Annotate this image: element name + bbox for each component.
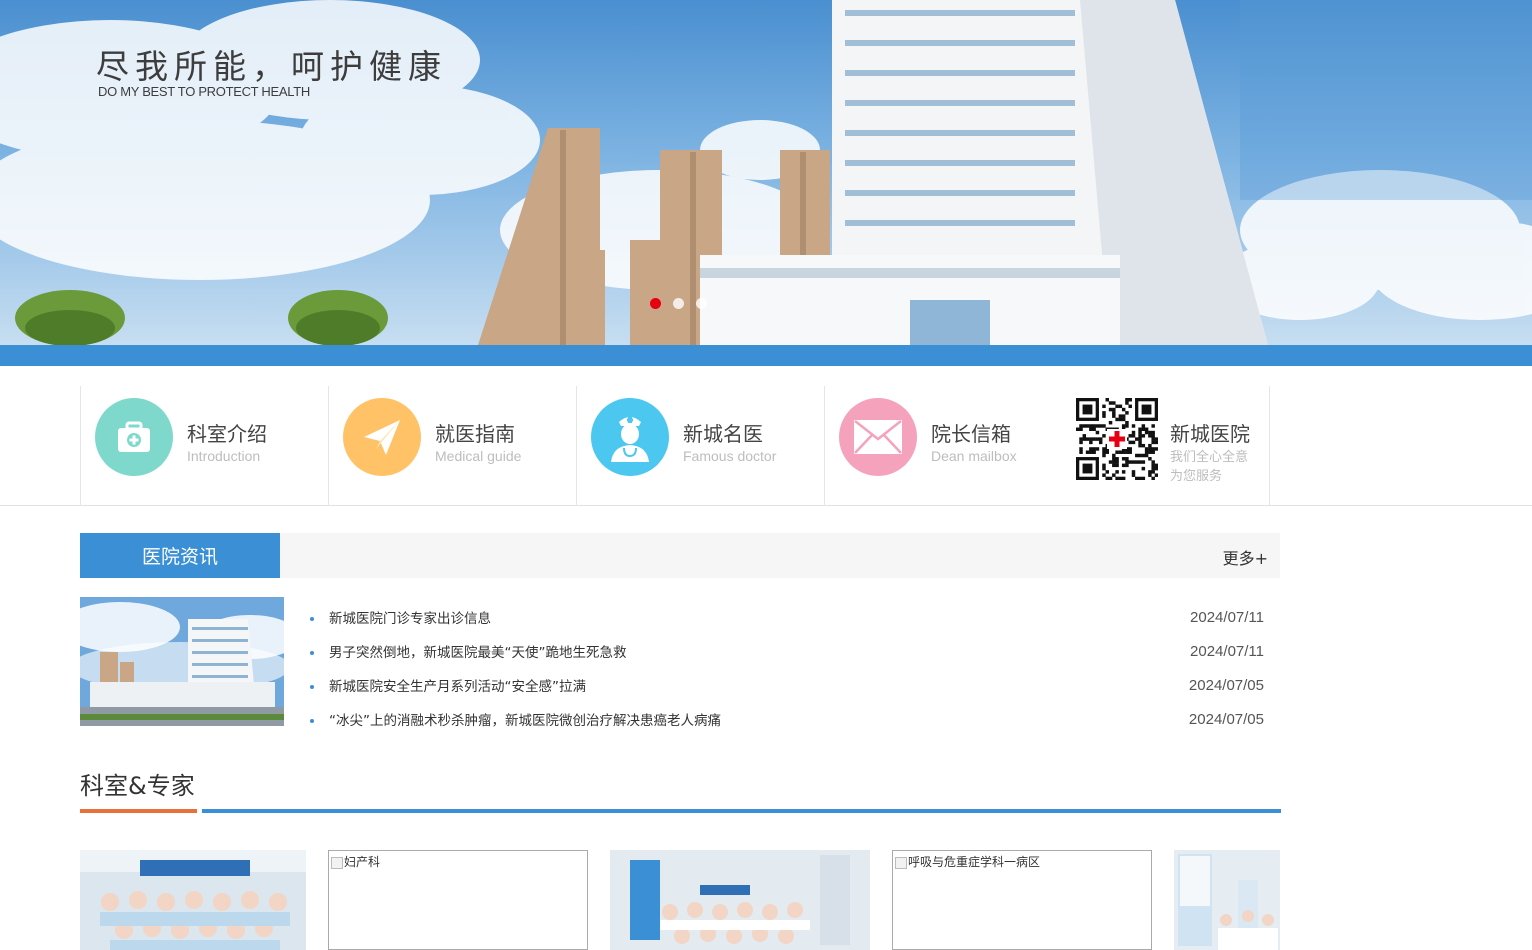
banner-slogan-english: DO MY BEST TO PROTECT HEALTH xyxy=(98,84,310,99)
quick-link-subtitle: Medical guide xyxy=(435,448,522,464)
news-item[interactable]: “冰尖”上的消融术秒杀肿瘤，新城医院微创治疗解决患癌老人病痛 2024/07/05 xyxy=(310,702,1264,736)
quick-links: 科室介绍 Introduction 就医指南 Medical guide 新城名… xyxy=(80,386,1274,506)
quick-link-famous-doctor[interactable]: 新城名医 Famous doctor xyxy=(576,386,824,506)
departments-title: 科室&专家 xyxy=(80,772,195,800)
medical-kit-icon xyxy=(95,398,173,476)
quick-link-subtitle: Introduction xyxy=(187,448,261,464)
departments-divider xyxy=(202,809,1281,813)
envelope-icon xyxy=(839,398,917,476)
quick-link-medical-guide[interactable]: 就医指南 Medical guide xyxy=(328,386,576,506)
news-item-date: 2024/07/11 xyxy=(1190,642,1264,660)
news-thumbnail[interactable] xyxy=(80,597,284,726)
news-item-date: 2024/07/11 xyxy=(1190,608,1264,626)
news-header: 医院资讯 更多+ xyxy=(80,533,1280,578)
department-image-alt: 呼吸与危重症学科一病区 xyxy=(908,855,1041,869)
banner-divider xyxy=(0,345,1532,366)
hero-banner: 尽我所能，呵护健康 DO MY BEST TO PROTECT HEALTH xyxy=(0,0,1532,345)
carousel-dot-3[interactable] xyxy=(696,298,707,309)
news-item[interactable]: 新城医院安全生产月系列活动“安全感”拉满 2024/07/05 xyxy=(310,668,1264,702)
carousel-dot-2[interactable] xyxy=(673,298,684,309)
quick-link-subtitle: Dean mailbox xyxy=(931,448,1017,464)
department-image-alt: 妇产科 xyxy=(344,855,381,869)
news-item[interactable]: 新城医院门诊专家出诊信息 2024/07/11 xyxy=(310,600,1264,634)
news-item-title[interactable]: 新城医院门诊专家出诊信息 xyxy=(310,607,491,627)
quick-link-title: 就医指南 xyxy=(435,422,515,446)
news-item[interactable]: 男子突然倒地，新城医院最美“天使”跪地生死急救 2024/07/11 xyxy=(310,634,1264,668)
news-more-link[interactable]: 更多+ xyxy=(1223,545,1268,569)
quick-link-title: 院长信箱 xyxy=(931,422,1011,446)
paper-plane-icon xyxy=(343,398,421,476)
quick-link-title: 新城医院 xyxy=(1170,422,1250,446)
department-card-respiratory-broken-image[interactable]: 呼吸与危重症学科一病区 xyxy=(892,850,1152,950)
broken-image-icon xyxy=(895,856,907,869)
department-card-pediatrics[interactable] xyxy=(80,850,306,950)
news-list: 新城医院门诊专家出诊信息 2024/07/11 男子突然倒地，新城医院最美“天使”… xyxy=(310,600,1264,736)
department-card-ophthalmology[interactable] xyxy=(610,850,870,950)
carousel-dot-1[interactable] xyxy=(650,298,661,309)
banner-slogan: 尽我所能，呵护健康 xyxy=(96,47,447,86)
broken-image-icon xyxy=(331,856,343,869)
department-card-5[interactable] xyxy=(1174,850,1280,950)
department-card-obstetrics-broken-image[interactable]: 妇产科 xyxy=(328,850,588,950)
news-item-title[interactable]: “冰尖”上的消融术秒杀肿瘤，新城医院微创治疗解决患癌老人病痛 xyxy=(310,709,721,729)
quick-link-title: 新城名医 xyxy=(683,422,763,446)
qr-code-icon xyxy=(1076,398,1159,481)
quick-link-title: 科室介绍 xyxy=(187,422,267,446)
news-item-title[interactable]: 男子突然倒地，新城医院最美“天使”跪地生死急救 xyxy=(310,641,627,661)
news-item-date: 2024/07/05 xyxy=(1188,676,1264,694)
quick-link-subtitle: 我们全心全意为您服务 xyxy=(1170,450,1249,484)
news-tab[interactable]: 医院资讯 xyxy=(80,533,280,578)
doctor-icon xyxy=(591,398,669,476)
quick-link-dean-mailbox[interactable]: 院长信箱 Dean mailbox xyxy=(824,386,1072,506)
departments-title-underline xyxy=(80,809,197,813)
section-divider xyxy=(0,505,1532,506)
quick-link-introduction[interactable]: 科室介绍 Introduction xyxy=(80,386,328,506)
quick-link-subtitle: Famous doctor xyxy=(683,448,777,464)
news-item-title[interactable]: 新城医院安全生产月系列活动“安全感”拉满 xyxy=(310,675,586,695)
news-item-date: 2024/07/05 xyxy=(1188,710,1264,728)
carousel-dots xyxy=(650,298,707,309)
quick-link-wechat-qr[interactable]: 新城医院 我们全心全意为您服务 xyxy=(1072,386,1270,506)
